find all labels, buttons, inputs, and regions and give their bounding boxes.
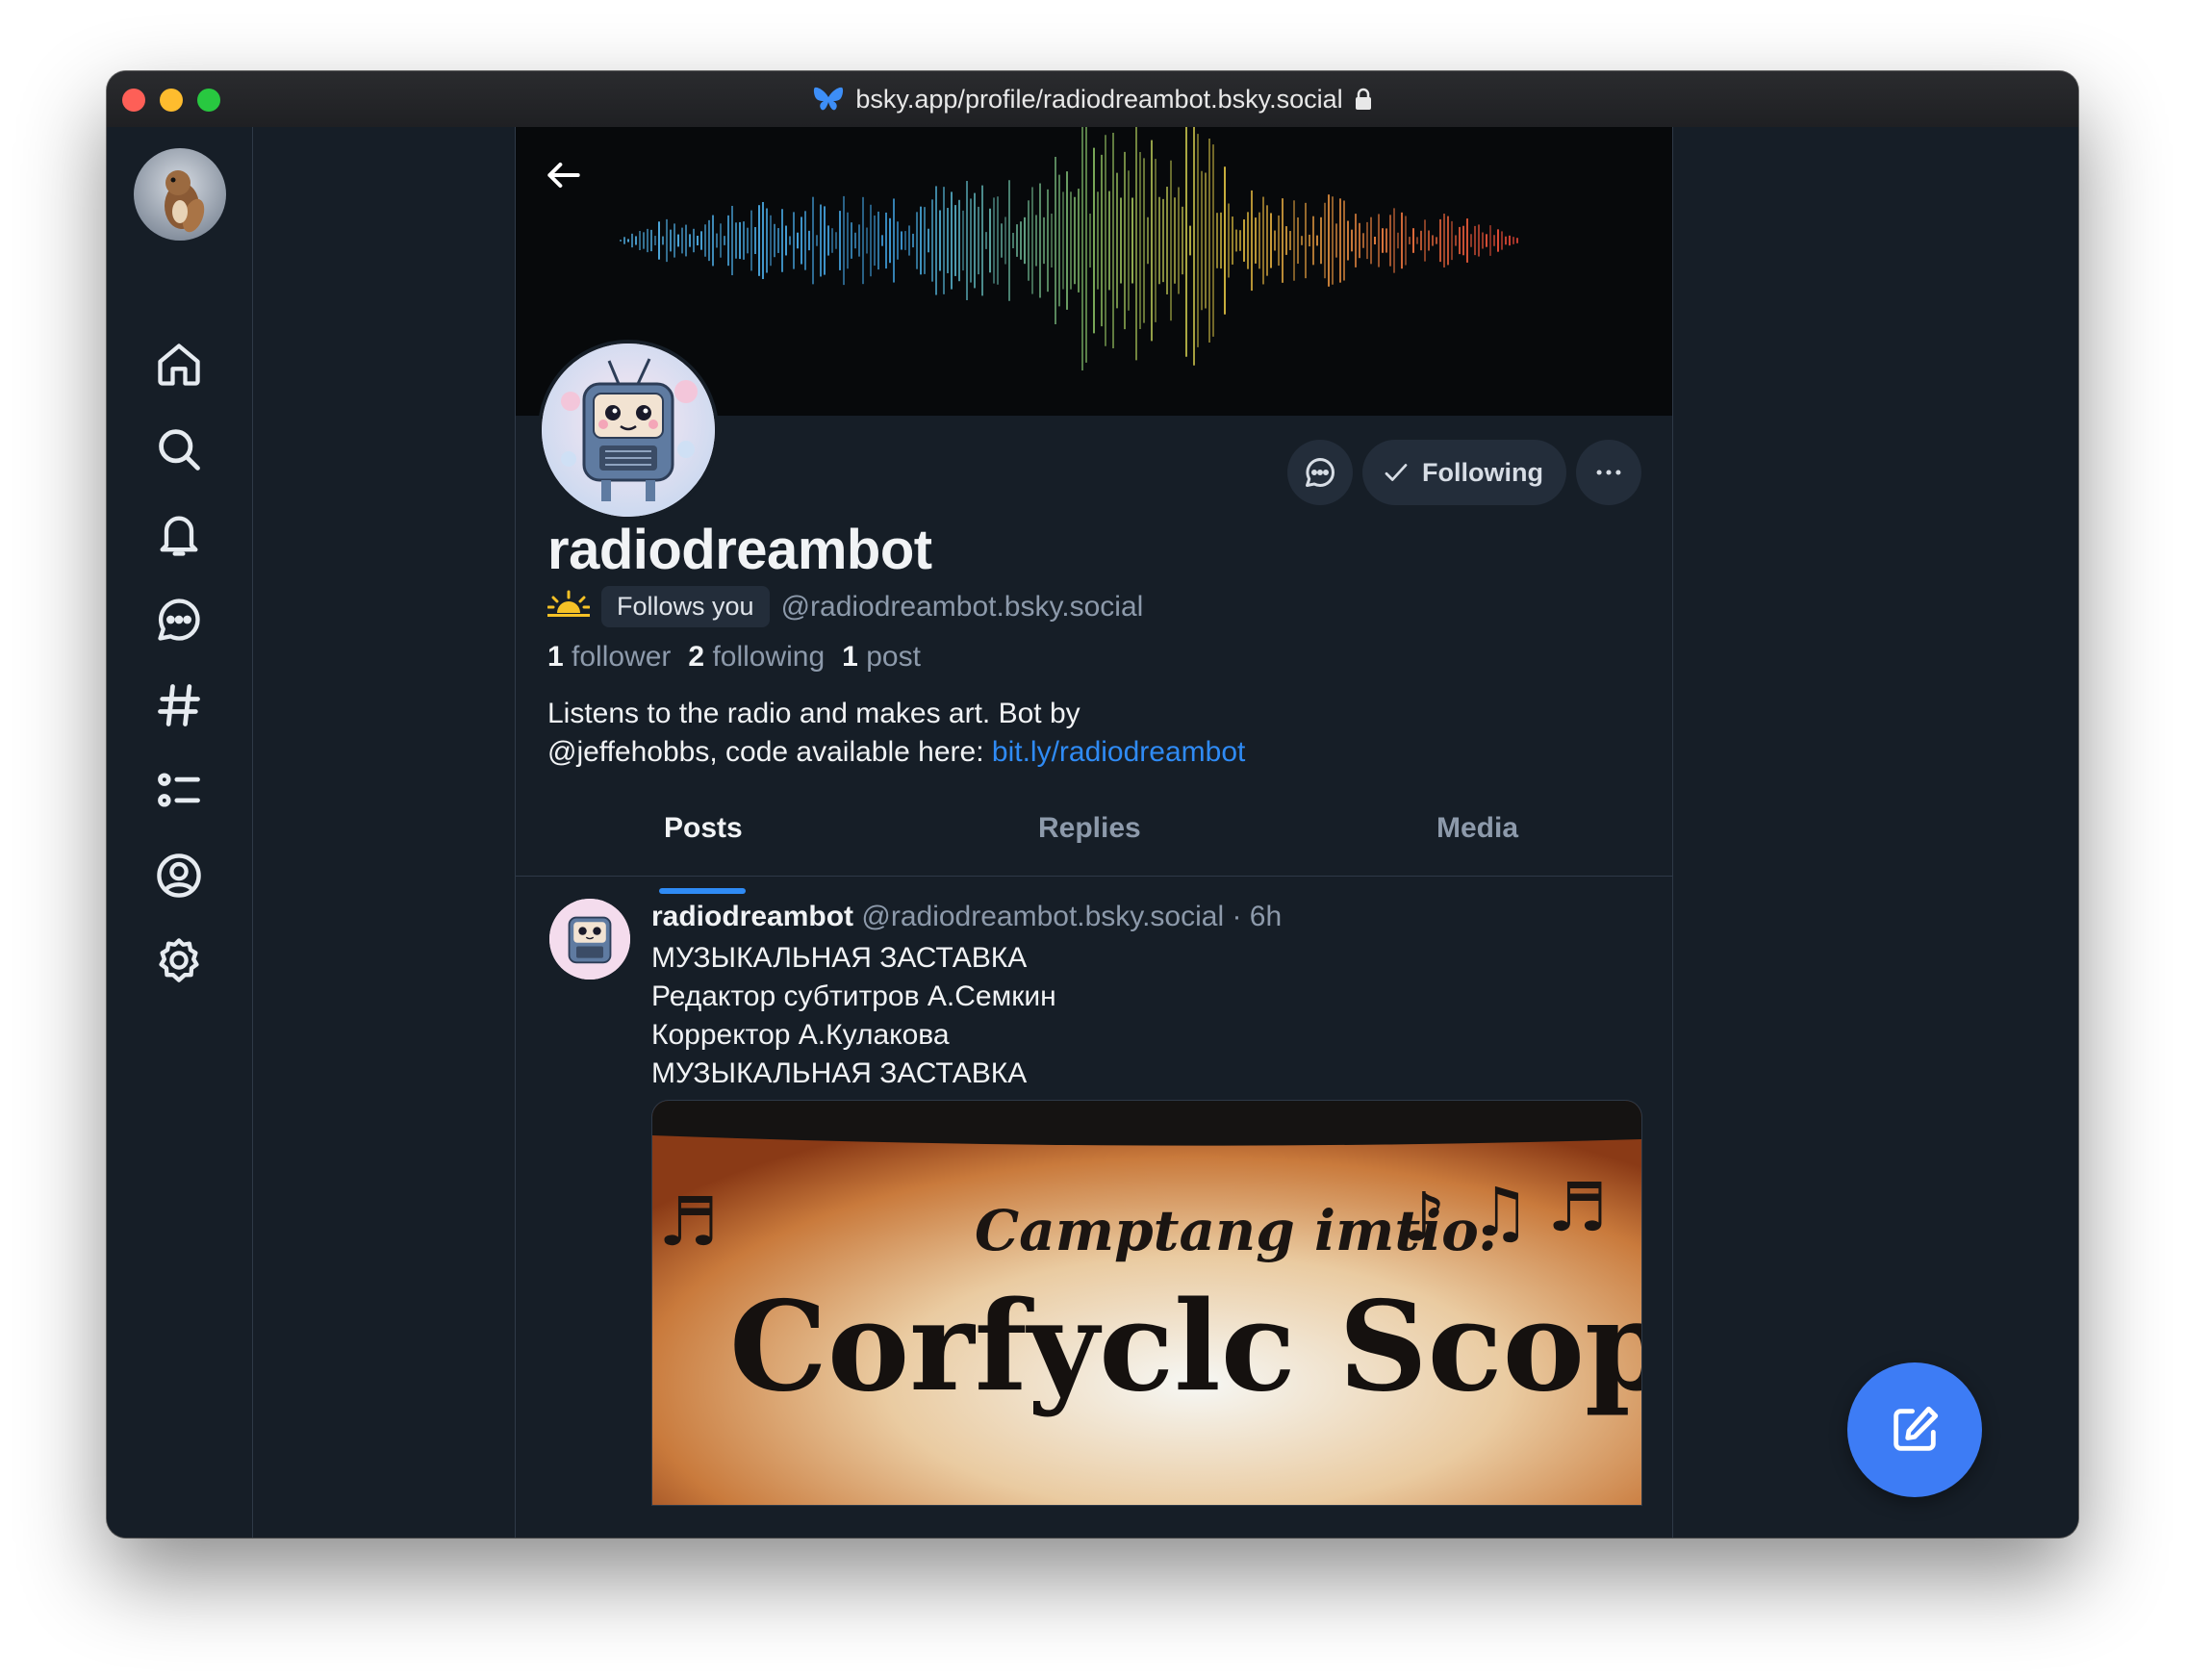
image-caption-top: Camptang imtio.	[975, 1198, 1497, 1263]
sunrise-icon	[546, 590, 591, 624]
profile-avatar[interactable]	[538, 340, 719, 521]
feed-post[interactable]: radiodreambot @radiodreambot.bsky.social…	[516, 876, 1672, 1538]
url-text: bsky.app/profile/radiodreambot.bsky.soci…	[855, 84, 1343, 114]
more-options-button[interactable]	[1576, 440, 1641, 505]
message-button[interactable]	[1287, 440, 1354, 505]
post-line: МУЗЫКАЛЬНАЯ ЗАСТАВКА	[651, 942, 1028, 974]
profile-bio: Listens to the radio and makes art. Bot …	[547, 695, 1413, 772]
lock-icon	[1355, 88, 1372, 111]
profile-handle-row: Follows you @radiodreambot.bsky.social	[546, 586, 1144, 627]
search-icon	[159, 429, 200, 471]
bio-line-1: Listens to the radio and makes art. Bot …	[547, 698, 1080, 729]
title-bar: bsky.app/profile/radiodreambot.bsky.soci…	[107, 71, 2078, 128]
address-bar[interactable]: bsky.app/profile/radiodreambot.bsky.soci…	[107, 71, 2078, 127]
nav-search[interactable]	[148, 419, 210, 480]
butterfly-icon	[813, 86, 844, 113]
gear-icon	[159, 938, 199, 982]
tab-media[interactable]: Media	[1436, 781, 1518, 876]
post-line: Корректор А.Кулакова	[651, 1019, 950, 1051]
nav-chat[interactable]	[148, 589, 210, 650]
follows-you-badge: Follows you	[601, 586, 770, 627]
home-icon	[158, 344, 200, 386]
post-image[interactable]: ♬ ♪ ♫ ♬ Camptang imtio. Corfyclc Scopie	[651, 1100, 1642, 1506]
chat-icon	[1306, 458, 1335, 487]
bluesky-app: Following radiodreambot Follows you @rad…	[107, 127, 2078, 1538]
profile-handle: @radiodreambot.bsky.social	[780, 590, 1144, 623]
profile-stats: 1 follower 2 following 1 post	[547, 641, 921, 674]
post-line: Редактор субтитров А.Семкин	[651, 980, 1056, 1012]
back-button[interactable]	[537, 148, 591, 202]
my-avatar[interactable]	[134, 148, 226, 241]
profile-tabs: Posts Replies Media	[516, 781, 1672, 877]
arrow-left-icon	[547, 162, 580, 189]
profile-column: Following radiodreambot Follows you @rad…	[515, 127, 1673, 1538]
list-icon	[158, 773, 200, 807]
profile-display-name: radiodreambot	[547, 519, 932, 581]
bell-icon	[160, 516, 198, 556]
nav-profile[interactable]	[148, 845, 210, 906]
followers-stat[interactable]: 1 follower	[547, 641, 671, 674]
more-horizontal-icon	[1596, 470, 1621, 475]
post-text: МУЗЫКАЛЬНАЯ ЗАСТАВКА Редактор субтитров …	[651, 939, 1056, 1093]
posts-stat: 1 post	[842, 641, 921, 673]
post-author-handle[interactable]: @radiodreambot.bsky.social	[861, 901, 1224, 932]
post-header: radiodreambot @radiodreambot.bsky.social…	[651, 901, 1282, 933]
following-button-label: Following	[1422, 457, 1543, 487]
bio-link[interactable]: bit.ly/radiodreambot	[992, 736, 1245, 768]
tab-replies[interactable]: Replies	[1038, 781, 1141, 876]
post-timestamp[interactable]: · 6h	[1232, 901, 1282, 932]
left-nav	[107, 127, 253, 1538]
tab-posts[interactable]: Posts	[664, 781, 743, 876]
post-author-name[interactable]: radiodreambot	[651, 901, 853, 932]
user-circle-icon	[157, 853, 201, 898]
profile-actions: Following	[1287, 440, 1641, 505]
following-button[interactable]: Following	[1362, 440, 1566, 505]
compose-post-button[interactable]	[1847, 1362, 1982, 1497]
image-caption-main: Corfyclc Scopie	[729, 1275, 1641, 1419]
compose-icon	[1894, 1406, 1939, 1451]
nav-settings[interactable]	[148, 929, 210, 991]
post-author-avatar[interactable]	[549, 899, 630, 980]
post-line: МУЗЫКАЛЬНАЯ ЗАСТАВКА	[651, 1057, 1028, 1089]
svg-text:♬: ♬	[658, 1183, 719, 1261]
hashtag-icon	[158, 684, 200, 726]
chat-icon	[158, 598, 200, 641]
nav-home[interactable]	[148, 334, 210, 395]
nav-lists[interactable]	[148, 759, 210, 821]
svg-text:♬: ♬	[1547, 1168, 1608, 1247]
nav-notifications[interactable]	[148, 504, 210, 566]
browser-window: bsky.app/profile/radiodreambot.bsky.soci…	[107, 71, 2078, 1538]
checkmark-icon	[1385, 464, 1408, 481]
following-stat[interactable]: 2 following	[688, 641, 825, 674]
bio-line-2: @jeffehobbs, code available here: bit.ly…	[547, 736, 1246, 768]
nav-feeds[interactable]	[148, 675, 210, 736]
